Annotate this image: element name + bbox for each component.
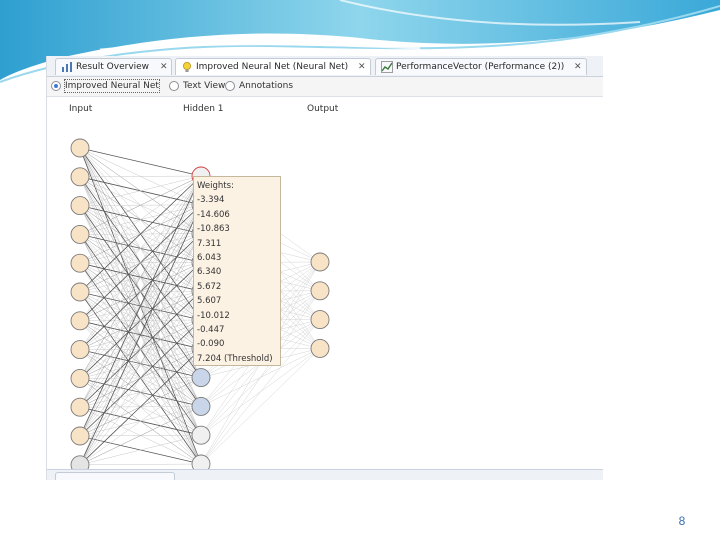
connection-line bbox=[79, 175, 202, 235]
input-node[interactable] bbox=[70, 224, 90, 244]
output-node[interactable] bbox=[310, 252, 330, 272]
hidden-node[interactable] bbox=[191, 368, 211, 388]
tooltip-weight: -0.447 bbox=[197, 325, 225, 336]
radio-text-view[interactable] bbox=[169, 81, 179, 91]
view-selector: Improved Neural Net Text View Annotation… bbox=[47, 77, 603, 97]
input-node[interactable] bbox=[70, 340, 90, 360]
input-node[interactable] bbox=[70, 167, 90, 187]
connection-line bbox=[79, 233, 202, 465]
performance-icon bbox=[381, 61, 393, 73]
connection-line bbox=[79, 406, 202, 466]
view-label-text-view[interactable]: Text View bbox=[183, 80, 225, 92]
layer-label-input: Input bbox=[69, 104, 93, 114]
tooltip-weight: -10.863 bbox=[197, 224, 230, 235]
slide-number: 8 bbox=[678, 514, 686, 528]
connection-line bbox=[79, 175, 202, 321]
lightbulb-icon bbox=[183, 62, 191, 72]
input-node[interactable] bbox=[70, 282, 90, 302]
tab-result-overview[interactable]: Result Overview ✕ bbox=[55, 58, 172, 75]
weights-tooltip: Weights: -3.394 -14.606 -10.863 7.311 6.… bbox=[193, 176, 281, 366]
input-node[interactable] bbox=[70, 196, 90, 216]
connection-line bbox=[79, 434, 202, 466]
output-node[interactable] bbox=[310, 310, 330, 330]
connection-line bbox=[79, 463, 202, 466]
tooltip-weight: 7.204 (Threshold) bbox=[197, 353, 273, 364]
close-icon[interactable]: ✕ bbox=[358, 59, 366, 76]
radio-annotations[interactable] bbox=[225, 81, 235, 91]
tab-improved-neural-net[interactable]: Improved Neural Net (Neural Net) ✕ bbox=[175, 58, 371, 75]
layer-label-output: Output bbox=[307, 104, 339, 114]
tooltip-weight: 6.043 bbox=[197, 253, 222, 264]
tooltip-weight: -3.394 bbox=[197, 195, 225, 206]
connection-line bbox=[79, 348, 202, 466]
tooltip-weight: -0.090 bbox=[197, 339, 225, 350]
connection-line bbox=[79, 175, 202, 379]
close-icon[interactable]: ✕ bbox=[574, 59, 582, 76]
close-icon[interactable]: ✕ bbox=[160, 59, 168, 76]
layer-label-hidden: Hidden 1 bbox=[183, 104, 224, 114]
tab-performance-vector[interactable]: PerformanceVector (Performance (2)) ✕ bbox=[375, 58, 587, 75]
tooltip-weight: 5.672 bbox=[197, 281, 222, 292]
input-node[interactable] bbox=[70, 368, 90, 388]
tooltip-weight: 7.311 bbox=[197, 238, 222, 249]
hidden-node[interactable] bbox=[191, 454, 211, 469]
input-node[interactable] bbox=[70, 455, 90, 469]
tooltip-weight: 6.340 bbox=[197, 267, 222, 278]
connection-line bbox=[79, 175, 202, 293]
view-label-neural-net[interactable]: Improved Neural Net bbox=[64, 79, 160, 93]
output-node[interactable] bbox=[310, 338, 330, 358]
input-node[interactable] bbox=[70, 138, 90, 158]
connection-line bbox=[79, 147, 202, 177]
view-label-annotations[interactable]: Annotations bbox=[239, 80, 293, 92]
tooltip-weight: -14.606 bbox=[197, 209, 230, 220]
hidden-node[interactable] bbox=[191, 425, 211, 445]
input-node[interactable] bbox=[70, 311, 90, 331]
neural-net-graph: Input Hidden 1 Output bbox=[69, 104, 339, 469]
tooltip-weight: -10.012 bbox=[197, 310, 230, 321]
input-node[interactable] bbox=[70, 426, 90, 446]
tooltip-weight: 5.607 bbox=[197, 296, 222, 307]
bottom-tab-strip bbox=[47, 469, 603, 480]
input-node[interactable] bbox=[70, 253, 90, 273]
bottom-tab[interactable] bbox=[55, 472, 175, 480]
chart-icon bbox=[62, 62, 72, 72]
results-tab-bar: Result Overview ✕ Improved Neural Net (N… bbox=[47, 56, 603, 77]
tab-label: PerformanceVector (Performance (2)) bbox=[396, 62, 565, 72]
connection-line bbox=[79, 175, 202, 178]
radio-improved-neural-net[interactable] bbox=[51, 81, 61, 91]
input-node[interactable] bbox=[70, 397, 90, 417]
connection-line bbox=[79, 262, 202, 465]
tab-label: Improved Neural Net (Neural Net) bbox=[196, 62, 349, 72]
tooltip-title: Weights: bbox=[197, 181, 234, 191]
hidden-node[interactable] bbox=[191, 396, 211, 416]
output-node[interactable] bbox=[310, 281, 330, 301]
connection-line bbox=[79, 175, 202, 408]
tab-label: Result Overview bbox=[76, 62, 150, 72]
rapidminer-results-panel: Result Overview ✕ Improved Neural Net (N… bbox=[46, 56, 603, 480]
